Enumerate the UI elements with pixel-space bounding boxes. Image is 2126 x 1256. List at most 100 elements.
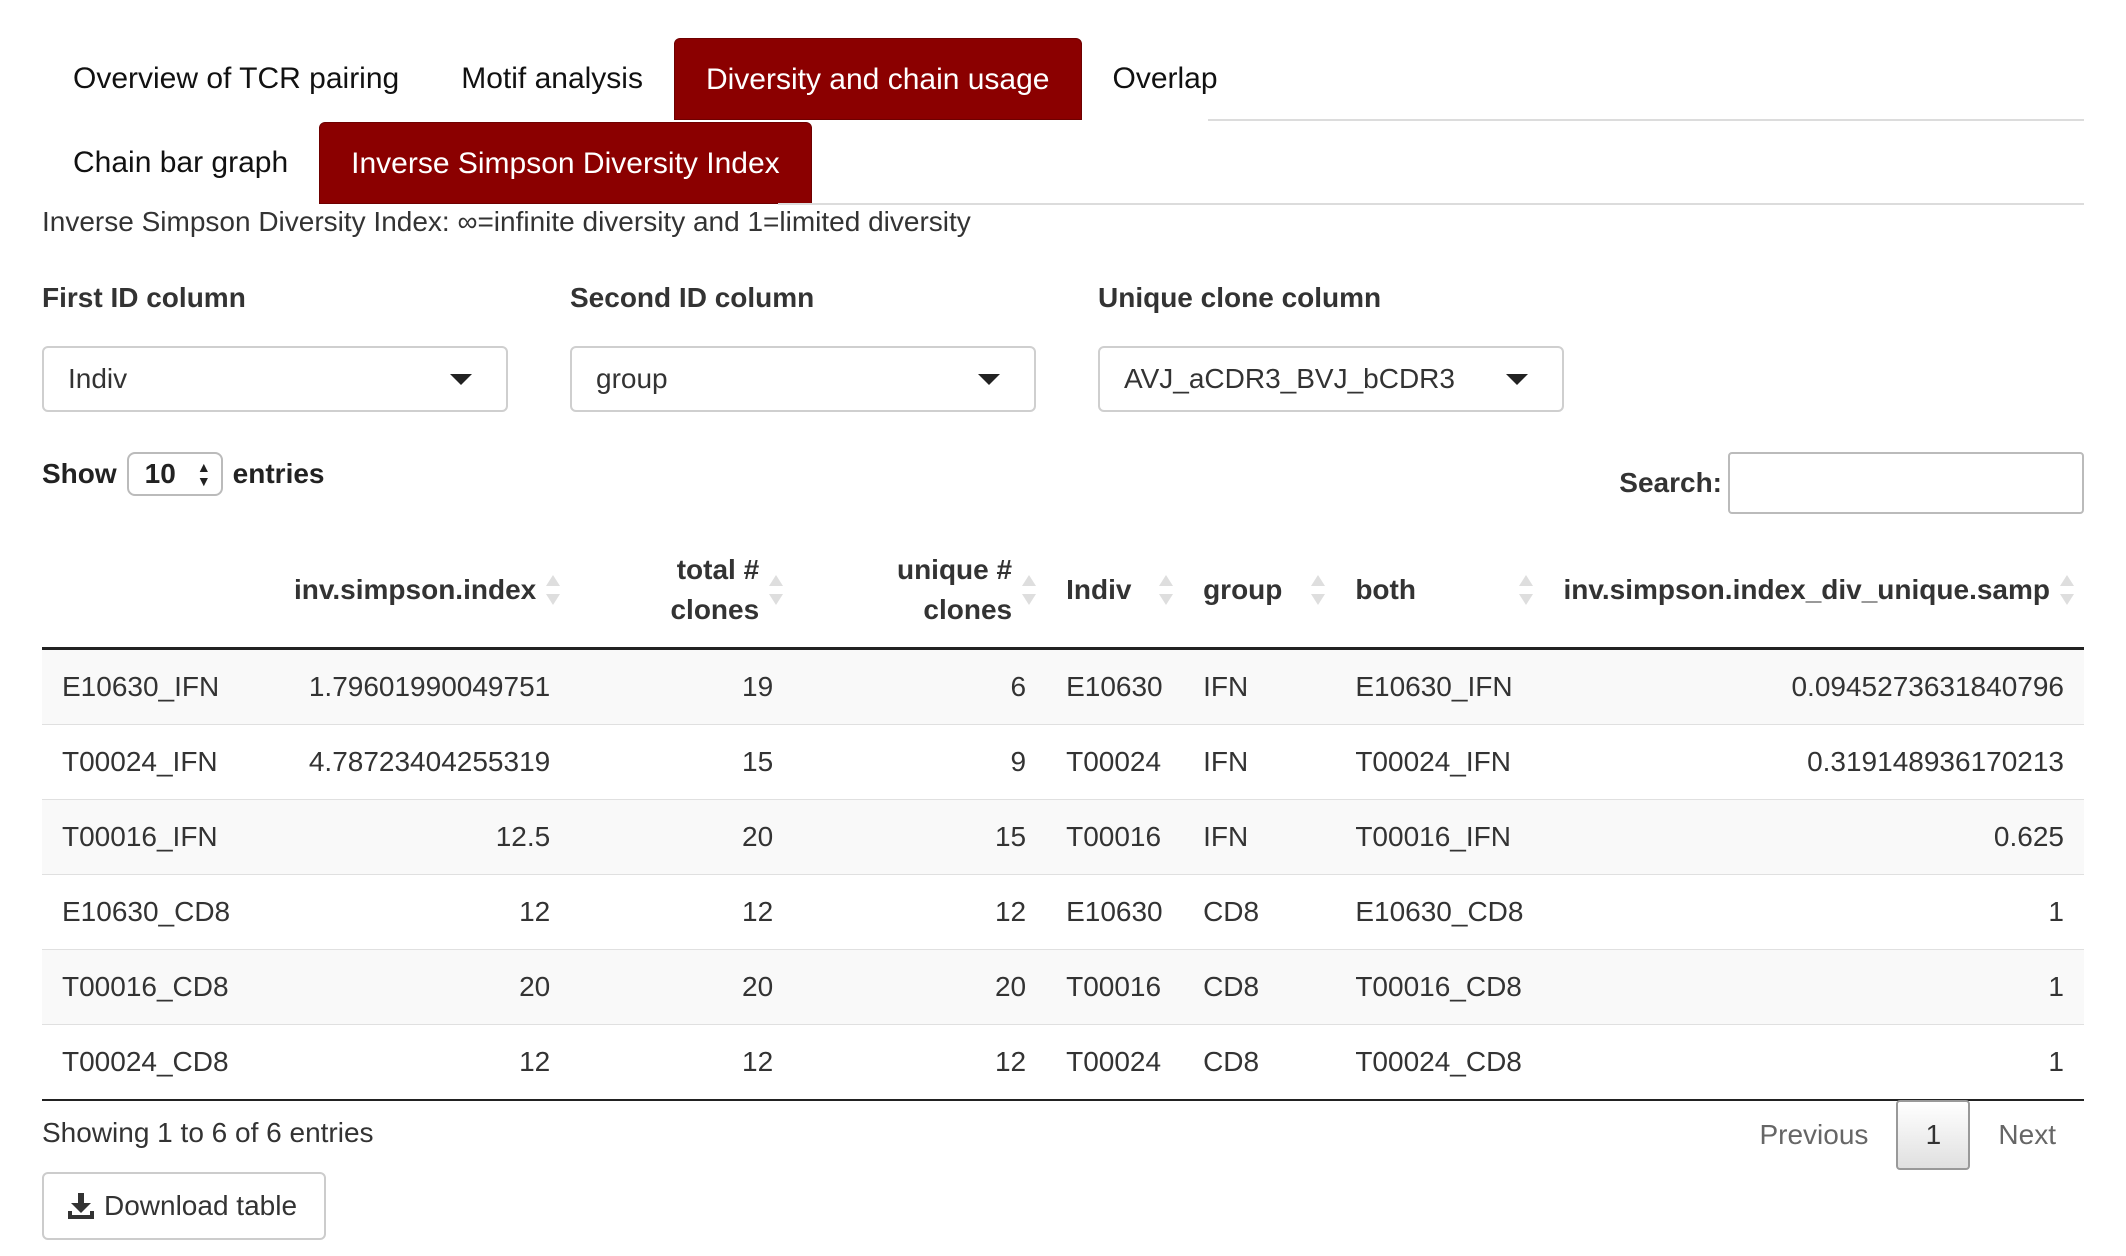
second-id-field: Second ID column group [570, 282, 1036, 412]
col-header-group[interactable]: group [1183, 534, 1336, 650]
table-cell: T00024 [1046, 1023, 1184, 1101]
search-label: Search: [1619, 467, 1722, 498]
table-cell: T00016_CD8 [42, 948, 251, 1024]
table-cell: 20 [793, 948, 1047, 1024]
main-tabs: Overview of TCR pairing Motif analysis D… [42, 38, 1249, 120]
search-control: Search: [1619, 452, 2084, 514]
table-cell: E10630 [1046, 873, 1184, 949]
page-1-button[interactable]: 1 [1896, 1100, 1971, 1170]
entries-label: entries [232, 458, 325, 489]
table-info: Showing 1 to 6 of 6 entries [42, 1117, 374, 1148]
sort-icon [769, 575, 784, 606]
table-cell: 1 [1543, 873, 2084, 949]
table-cell: 1 [1543, 1023, 2084, 1101]
unique-clone-label: Unique clone column [1098, 282, 1382, 313]
unique-clone-select[interactable]: AVJ_aCDR3_BVJ_bCDR3 [1098, 346, 1564, 412]
col-header-inv-simpson-index[interactable]: inv.simpson.index [250, 534, 571, 650]
table-row: E10630_IFN 1.79601990049751 19 6 E10630 … [42, 648, 2084, 724]
table-row: T00016_IFN 12.5 20 15 T00016 IFN T00016_… [42, 798, 2084, 874]
table-cell: 12 [250, 873, 571, 949]
caret-down-icon [1506, 374, 1528, 385]
table-cell: 20 [250, 948, 571, 1024]
entries-value: 10 [144, 458, 176, 489]
table-cell: E10630_IFN [1335, 648, 1544, 724]
table-cell: 20 [570, 948, 794, 1024]
second-id-select[interactable]: group [570, 346, 1036, 412]
table-cell: 0.0945273631840796 [1543, 648, 2084, 724]
sort-icon [1159, 575, 1174, 606]
table-cell: T00024_IFN [1335, 723, 1544, 799]
table-cell: 12 [570, 873, 794, 949]
tab-inverse-simpson[interactable]: Inverse Simpson Diversity Index [319, 122, 812, 204]
first-id-label: First ID column [42, 282, 246, 313]
tab-motif-analysis[interactable]: Motif analysis [430, 38, 674, 120]
col-header-indiv[interactable]: Indiv [1046, 534, 1184, 650]
table-cell: IFN [1183, 723, 1336, 799]
sort-icon [1022, 575, 1037, 606]
table-cell: E10630 [1046, 648, 1184, 724]
table-cell: 0.319148936170213 [1543, 723, 2084, 799]
spinner-icon: ▲ ▼ [196, 459, 211, 489]
table-cell: IFN [1183, 648, 1336, 724]
table-cell: T00024_IFN [42, 723, 251, 799]
table-cell: E10630_CD8 [42, 873, 251, 949]
table-cell: E10630_CD8 [1335, 873, 1544, 949]
table-cell: T00016_IFN [1335, 798, 1544, 874]
table-cell: T00024_CD8 [42, 1023, 251, 1101]
download-table-button[interactable]: Download table [42, 1172, 326, 1240]
table-cell: 0.625 [1543, 798, 2084, 874]
table-cell: 12 [793, 1023, 1047, 1101]
previous-page-button[interactable]: Previous [1731, 1100, 1896, 1170]
col-header-rowname [42, 534, 251, 650]
table-cell: CD8 [1183, 948, 1336, 1024]
sort-icon [546, 575, 561, 606]
diversity-table: inv.simpson.index total # clones unique … [42, 534, 2084, 1101]
table-row: E10630_CD8 12 12 12 E10630 CD8 E10630_CD… [42, 873, 2084, 949]
second-id-value: group [596, 363, 668, 394]
download-label: Download table [104, 1190, 298, 1221]
tab-overlap[interactable]: Overlap [1082, 38, 1249, 120]
sort-icon [2060, 575, 2074, 606]
tab-chain-bar-graph[interactable]: Chain bar graph [42, 122, 319, 204]
col-header-both[interactable]: both [1335, 534, 1544, 650]
table-cell: 12.5 [250, 798, 571, 874]
table-cell: 19 [570, 648, 794, 724]
first-id-value: Indiv [68, 363, 128, 394]
col-header-total-clones[interactable]: total # clones [570, 534, 794, 650]
table-cell: 4.78723404255319 [250, 723, 571, 799]
table-cell: 12 [793, 873, 1047, 949]
table-cell: T00024 [1046, 723, 1184, 799]
table-cell: 12 [250, 1023, 571, 1101]
table-cell: 1 [1543, 948, 2084, 1024]
table-cell: CD8 [1183, 873, 1336, 949]
unique-clone-value: AVJ_aCDR3_BVJ_bCDR3 [1124, 363, 1455, 394]
second-id-label: Second ID column [570, 282, 815, 313]
table-cell: 6 [793, 648, 1047, 724]
page-description: Inverse Simpson Diversity Index: ∞=infin… [42, 206, 971, 237]
download-icon [68, 1193, 94, 1219]
first-id-select[interactable]: Indiv [42, 346, 508, 412]
entries-select[interactable]: 10 ▲ ▼ [126, 452, 223, 496]
main-tabs-divider [1208, 119, 2084, 121]
entries-length-control: Show 10 ▲ ▼ entries [42, 452, 325, 496]
table-cell: T00016 [1046, 948, 1184, 1024]
table-cell: 15 [570, 723, 794, 799]
sub-tabs: Chain bar graph Inverse Simpson Diversit… [42, 122, 812, 204]
search-input[interactable] [1728, 452, 2084, 514]
table-cell: T00016_CD8 [1335, 948, 1544, 1024]
col-header-unique-clones[interactable]: unique # clones [793, 534, 1047, 650]
col-header-inv-simpson-div-unique[interactable]: inv.simpson.index_div_unique.samp [1543, 534, 2084, 650]
next-page-button[interactable]: Next [1970, 1100, 2084, 1170]
table-cell: T00016 [1046, 798, 1184, 874]
show-label: Show [42, 458, 117, 489]
table-cell: E10630_IFN [42, 648, 251, 724]
table-cell: 12 [570, 1023, 794, 1101]
sort-icon [1311, 575, 1326, 606]
tab-diversity-chain-usage[interactable]: Diversity and chain usage [673, 38, 1082, 120]
table-cell: 9 [793, 723, 1047, 799]
table-cell: CD8 [1183, 1023, 1336, 1101]
pagination: Previous 1 Next [1731, 1100, 2084, 1170]
tab-overview-tcr-pairing[interactable]: Overview of TCR pairing [42, 38, 430, 120]
caret-down-icon [450, 374, 472, 385]
table-header-row: inv.simpson.index total # clones unique … [42, 534, 2084, 650]
